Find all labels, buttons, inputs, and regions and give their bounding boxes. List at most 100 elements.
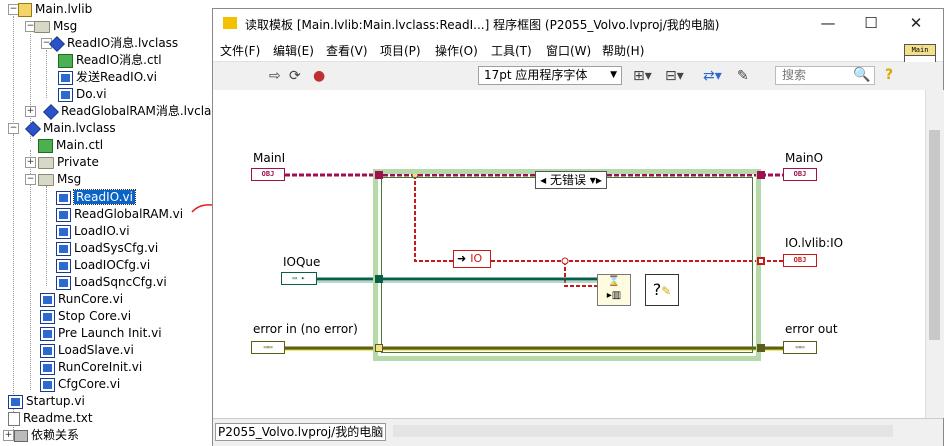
align-objects-icon[interactable]: ⊞▾ xyxy=(633,68,652,84)
reorder-icon[interactable]: ⇄▾ xyxy=(703,68,722,84)
tree-item-msg[interactable]: Msg xyxy=(34,18,77,35)
error-out-terminal[interactable]: ▭▭ xyxy=(783,341,817,354)
main-in-label: MainI xyxy=(253,151,286,165)
maximize-button[interactable]: ☐ xyxy=(856,13,886,35)
vi-icon xyxy=(56,258,71,273)
tree-item-main-ctl[interactable]: Main.ctl xyxy=(38,137,103,154)
title-bar[interactable]: 读取模板 [Main.lvlib:Main.lvclass:ReadI...] … xyxy=(213,9,943,39)
tree-item-main-lvlib[interactable]: Main.lvlib xyxy=(18,1,92,18)
tree-item-prelaunch-vi[interactable]: Pre Launch Init.vi xyxy=(40,325,162,342)
vi-icon xyxy=(56,207,71,222)
menu-operate[interactable]: 操作(O) xyxy=(435,42,478,59)
tree-item-msg-2[interactable]: Msg xyxy=(38,171,81,188)
io-out-terminal[interactable]: OBJ xyxy=(783,254,817,267)
tree-item-readio-msg-class[interactable]: ReadIO消息.lvclass xyxy=(49,35,178,52)
tree-line xyxy=(46,50,47,98)
tunnel-io-out[interactable] xyxy=(757,257,765,265)
minimize-button[interactable]: — xyxy=(813,13,843,35)
io-que-label: IOQue xyxy=(283,255,321,269)
menu-window[interactable]: 窗口(W) xyxy=(546,42,591,59)
connector-pane-main: Main xyxy=(905,45,935,56)
tree-item-readio-msg-ctl[interactable]: ReadIO消息.ctl xyxy=(58,52,162,69)
tunnel-error-out[interactable] xyxy=(757,344,765,352)
font-selector[interactable]: 17pt 应用程序字体 ▼ xyxy=(478,66,622,85)
block-diagram-canvas[interactable]: ◂ 无错误 ▾▸ MainI OBJ MainO OBJ IOQue ▭ ▸ I… xyxy=(213,90,925,418)
vi-icon xyxy=(40,309,55,324)
io-class-constant[interactable]: ➜ IO xyxy=(453,250,491,268)
folder-icon xyxy=(38,173,54,186)
tree-expander[interactable]: + xyxy=(25,157,36,168)
tree-item-send-readio[interactable]: 发送ReadIO.vi xyxy=(58,69,157,86)
main-in-terminal[interactable]: OBJ xyxy=(251,168,285,181)
tree-item-startup-vi[interactable]: Startup.vi xyxy=(8,393,85,410)
enqueue-element-node[interactable]: ⌛ ▸▥ xyxy=(597,274,631,306)
menu-file[interactable]: 文件(F) xyxy=(220,42,260,59)
io-out-label: IO.lvlib:IO xyxy=(785,236,844,250)
tree-expander[interactable]: − xyxy=(25,174,36,185)
help-icon[interactable]: ? xyxy=(885,67,893,83)
tree-item-stopcore-vi[interactable]: Stop Core.vi xyxy=(40,308,131,325)
run-continuously-icon[interactable]: ⟳ xyxy=(289,68,301,84)
tree-item-readglobalram-vi[interactable]: ReadGlobalRAM.vi xyxy=(56,206,183,223)
error-in-terminal[interactable]: ▭▭ xyxy=(251,341,285,354)
main-out-terminal[interactable]: OBJ xyxy=(783,168,817,181)
arrow-right-icon: ➜ xyxy=(457,252,467,265)
run-arrow-icon[interactable]: ⇨ xyxy=(269,68,281,84)
error-handler-node[interactable]: ?✎ xyxy=(645,274,679,306)
tree-line xyxy=(30,150,31,390)
vi-icon xyxy=(40,292,55,307)
io-que-terminal[interactable]: ▭ ▸ xyxy=(281,272,317,285)
tree-item-runcoreinit-vi[interactable]: RunCoreInit.vi xyxy=(40,359,142,376)
tree-item-loadsyscfg-vi[interactable]: LoadSysCfg.vi xyxy=(56,240,158,257)
vertical-scrollbar[interactable] xyxy=(925,90,944,418)
scroll-thumb[interactable] xyxy=(929,130,940,340)
tree-item-loadsqnccfg-vi[interactable]: LoadSqncCfg.vi xyxy=(56,274,167,291)
tree-item-loadiocfg-vi[interactable]: LoadIOCfg.vi xyxy=(56,257,150,274)
tree-item-runcore-vi[interactable]: RunCore.vi xyxy=(40,291,123,308)
menu-edit[interactable]: 编辑(E) xyxy=(273,42,314,59)
tunnel-main-in[interactable] xyxy=(375,171,383,179)
tree-expander[interactable]: + xyxy=(3,430,14,441)
chevron-down-icon: ▼ xyxy=(610,70,617,80)
tree-item-private[interactable]: Private xyxy=(38,154,99,171)
tree-item-loadslave-vi[interactable]: LoadSlave.vi xyxy=(40,342,134,359)
main-out-label: MainO xyxy=(785,151,824,165)
case-selector[interactable]: ◂ 无错误 ▾▸ xyxy=(535,171,607,189)
distribute-objects-icon[interactable]: ⊟▾ xyxy=(665,68,684,84)
tree-item-main-lvclass[interactable]: Main.lvclass xyxy=(25,120,116,137)
case-structure[interactable]: ◂ 无错误 ▾▸ xyxy=(373,169,761,361)
menu-project[interactable]: 项目(P) xyxy=(380,42,421,59)
tree-item-dependencies[interactable]: 依赖关系 xyxy=(14,427,79,444)
tree-item-cfgcore-vi[interactable]: CfgCore.vi xyxy=(40,376,120,393)
menu-help[interactable]: 帮助(H) xyxy=(602,42,644,59)
menu-tools[interactable]: 工具(T) xyxy=(491,42,532,59)
tunnel-main-out[interactable] xyxy=(757,171,765,179)
tree-item-loadio-vi[interactable]: LoadIO.vi xyxy=(56,223,130,240)
cleanup-diagram-icon[interactable]: ✎ xyxy=(737,68,749,84)
tree-expander[interactable]: − xyxy=(8,123,19,134)
class-icon xyxy=(25,120,41,137)
tree-item-do[interactable]: Do.vi xyxy=(58,86,107,103)
tree-item-readme[interactable]: Readme.txt xyxy=(8,410,93,427)
close-button[interactable]: ✕ xyxy=(901,13,931,35)
tunnel-queue-in[interactable] xyxy=(375,275,383,283)
control-icon xyxy=(38,138,53,153)
dependencies-icon xyxy=(14,429,28,442)
vi-icon xyxy=(56,275,71,290)
text-file-icon xyxy=(8,411,20,426)
search-icon[interactable]: 🔍 xyxy=(853,67,870,83)
tunnel-error-in[interactable] xyxy=(375,344,383,352)
tree-item-readio-vi[interactable]: ReadIO.vi xyxy=(56,189,136,206)
menu-view[interactable]: 查看(V) xyxy=(326,42,368,59)
horizontal-scrollbar[interactable] xyxy=(393,425,893,437)
tree-item-readglobalram-msg-class[interactable]: ReadGlobalRAM消息.lvclass xyxy=(43,103,224,120)
folder-icon xyxy=(34,20,50,33)
hourglass-icon: ⌛ xyxy=(607,276,621,287)
class-icon xyxy=(43,103,59,120)
error-in-label: error in (no error) xyxy=(253,322,358,336)
project-tree[interactable]: − Main.lvlib − Msg − ReadIO消息.lvclass Re… xyxy=(0,0,237,446)
tree-expander[interactable]: + xyxy=(25,106,36,117)
project-path: P2055_Volvo.lvproj/我的电脑 xyxy=(215,423,387,441)
abort-icon[interactable]: ● xyxy=(313,68,325,84)
status-bar: P2055_Volvo.lvproj/我的电脑 xyxy=(213,418,943,446)
